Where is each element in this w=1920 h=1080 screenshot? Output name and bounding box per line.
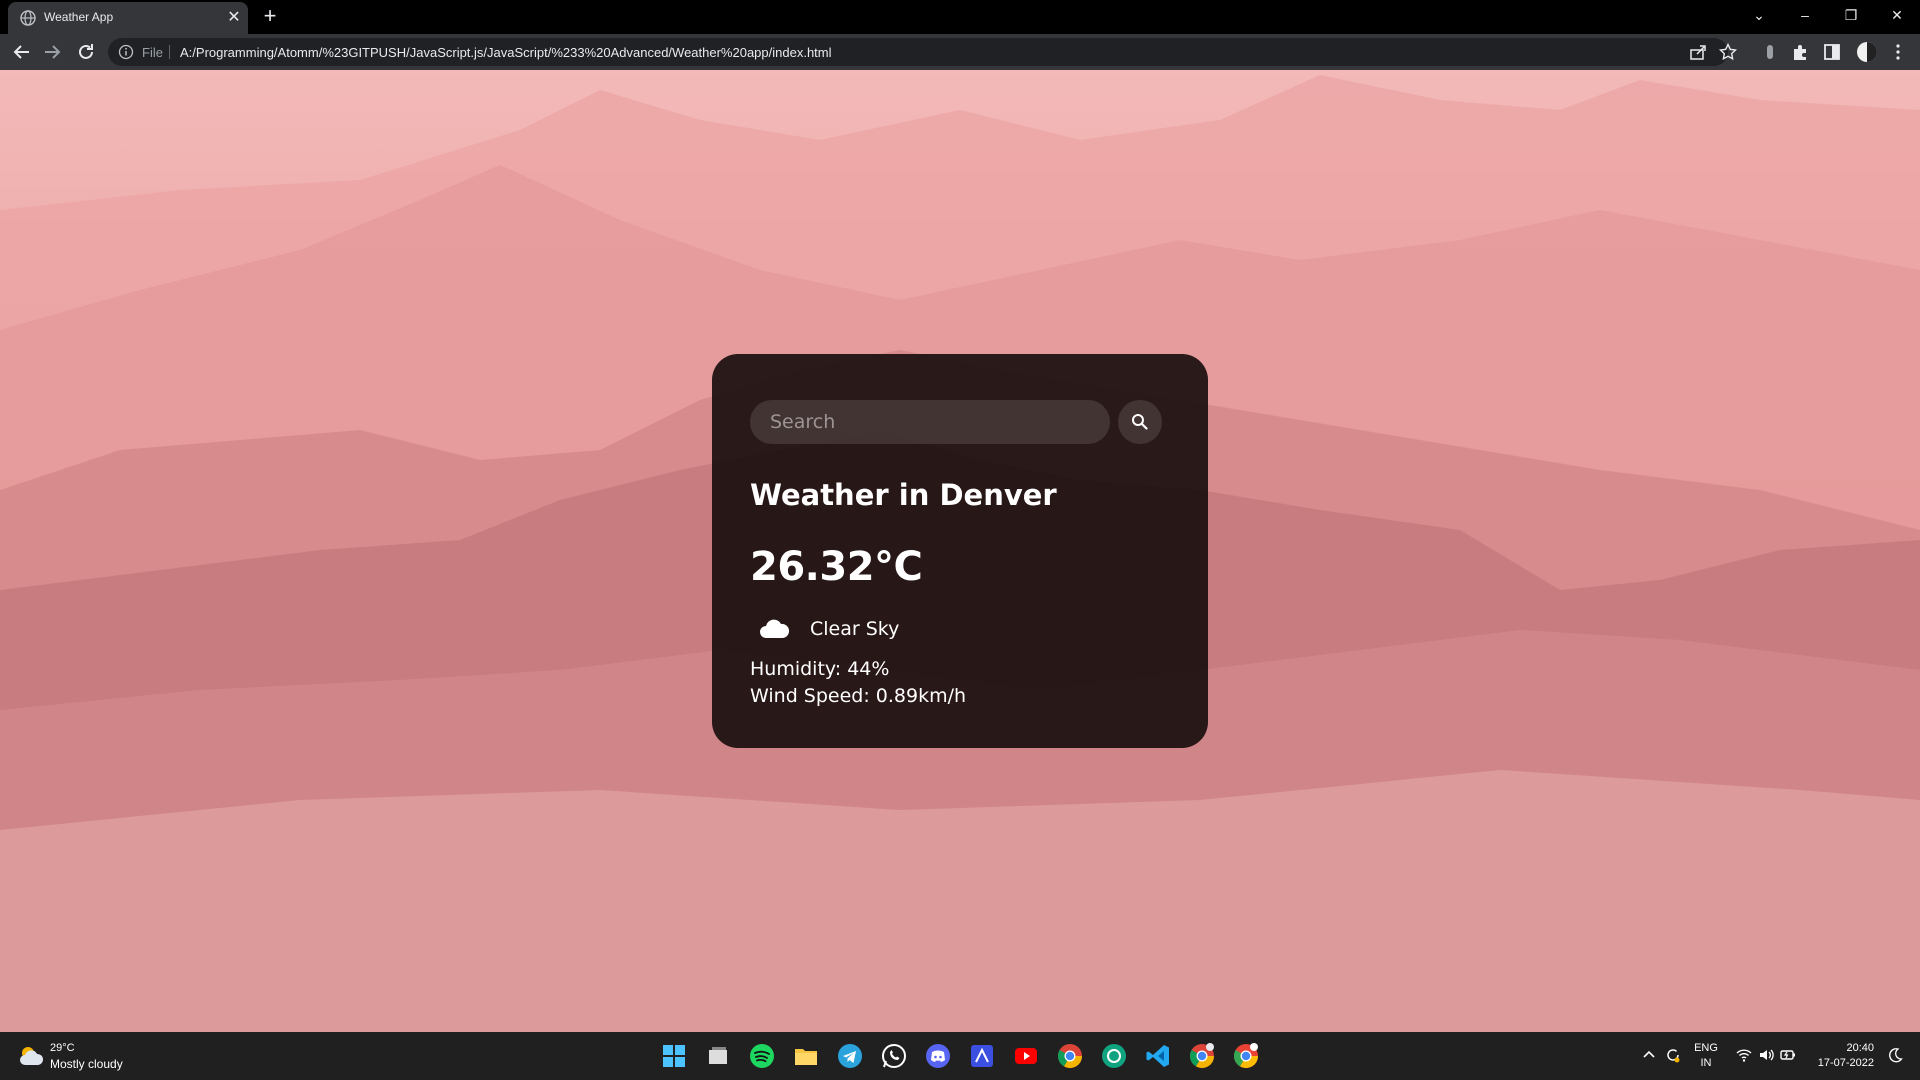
search-button[interactable]: [1118, 400, 1162, 444]
language-indicator[interactable]: ENG: [1692, 1042, 1720, 1054]
weather-card: Weather in Denver 26.32°C Clear Sky Humi…: [712, 354, 1208, 748]
info-icon[interactable]: [118, 44, 134, 60]
chevron-up-icon[interactable]: [1640, 1046, 1658, 1064]
taskbar-weather-condition[interactable]: Mostly cloudy: [50, 1057, 123, 1071]
vscode-icon[interactable]: [1144, 1042, 1172, 1070]
city-heading: Weather in Denver: [750, 478, 1057, 512]
reload-icon[interactable]: [74, 40, 98, 64]
do-not-disturb-moon-icon[interactable]: [1886, 1046, 1904, 1064]
kebab-menu-icon[interactable]: [1888, 42, 1908, 62]
battery-icon[interactable]: [1779, 1046, 1797, 1064]
region-indicator[interactable]: IN: [1692, 1057, 1720, 1069]
taskbar-weather-temp[interactable]: 29°C: [50, 1042, 75, 1054]
search-icon: [1132, 414, 1148, 430]
omnibox-separator: [169, 45, 170, 59]
humidity-text: Humidity: 44%: [750, 658, 890, 680]
telegram-icon[interactable]: [836, 1042, 864, 1070]
discord-icon[interactable]: [924, 1042, 952, 1070]
weather-condition: Clear Sky: [810, 618, 900, 640]
browser-toolbar: File A:/Programming/Atomm/%23GITPUSH/Jav…: [0, 34, 1920, 70]
windows-start-icon[interactable]: [660, 1042, 688, 1070]
chrome-canary-icon[interactable]: [1232, 1042, 1260, 1070]
sync-icon[interactable]: [1664, 1046, 1682, 1064]
partly-cloudy-icon[interactable]: [18, 1044, 44, 1068]
search-field[interactable]: [750, 400, 1110, 444]
adobe-app-icon[interactable]: [968, 1042, 996, 1070]
close-window-button[interactable]: ✕: [1874, 0, 1920, 30]
tab-search-chevron-icon[interactable]: ⌄: [1736, 0, 1782, 30]
cloud-icon: [760, 619, 790, 638]
clock-date[interactable]: 17-07-2022: [1806, 1057, 1874, 1069]
url-text[interactable]: A:/Programming/Atomm/%23GITPUSH/JavaScri…: [180, 45, 832, 60]
chrome-icon[interactable]: [1056, 1042, 1084, 1070]
puzzle-extensions-icon[interactable]: [1790, 42, 1810, 62]
file-explorer-icon[interactable]: [792, 1042, 820, 1070]
page-viewport: Weather in Denver 26.32°C Clear Sky Humi…: [0, 70, 1920, 1032]
back-arrow-icon[interactable]: [10, 40, 34, 64]
bookmark-star-icon[interactable]: [1718, 42, 1738, 62]
clock-time[interactable]: 20:40: [1812, 1042, 1874, 1054]
globe-icon: [20, 10, 36, 26]
address-bar[interactable]: File A:/Programming/Atomm/%23GITPUSH/Jav…: [108, 38, 1728, 66]
new-tab-button[interactable]: +: [258, 4, 282, 28]
volume-icon[interactable]: [1757, 1046, 1775, 1064]
youtube-icon[interactable]: [1012, 1042, 1040, 1070]
wind-speed-text: Wind Speed: 0.89km/h: [750, 685, 967, 707]
share-icon[interactable]: [1688, 42, 1708, 62]
temperature-value: 26.32°C: [750, 544, 923, 590]
chrome-profile-icon[interactable]: [1188, 1042, 1216, 1070]
tab-title: Weather App: [44, 10, 114, 24]
url-scheme-label: File: [142, 45, 163, 60]
wifi-icon[interactable]: [1735, 1046, 1753, 1064]
restore-button[interactable]: ❐: [1828, 0, 1874, 30]
search-input[interactable]: [750, 400, 1110, 444]
windows-taskbar: 29°C Mostly cloudy ENG IN 20:40 17-07-20…: [0, 1032, 1920, 1080]
whatsapp-icon[interactable]: [880, 1042, 908, 1070]
task-view-icon[interactable]: [704, 1042, 732, 1070]
profile-avatar[interactable]: [1856, 41, 1878, 63]
side-panel-icon[interactable]: [1822, 42, 1842, 62]
chatgpt-icon[interactable]: [1100, 1042, 1128, 1070]
close-tab-icon[interactable]: ✕: [224, 8, 244, 28]
tab-weather-app[interactable]: Weather App ✕: [8, 2, 248, 34]
spotify-icon[interactable]: [748, 1042, 776, 1070]
extension-icon[interactable]: [1760, 42, 1780, 62]
forward-arrow-icon[interactable]: [40, 40, 64, 64]
browser-tab-strip: Weather App ✕ + ⌄ – ❐ ✕: [0, 0, 1920, 34]
minimize-button[interactable]: –: [1782, 0, 1828, 30]
